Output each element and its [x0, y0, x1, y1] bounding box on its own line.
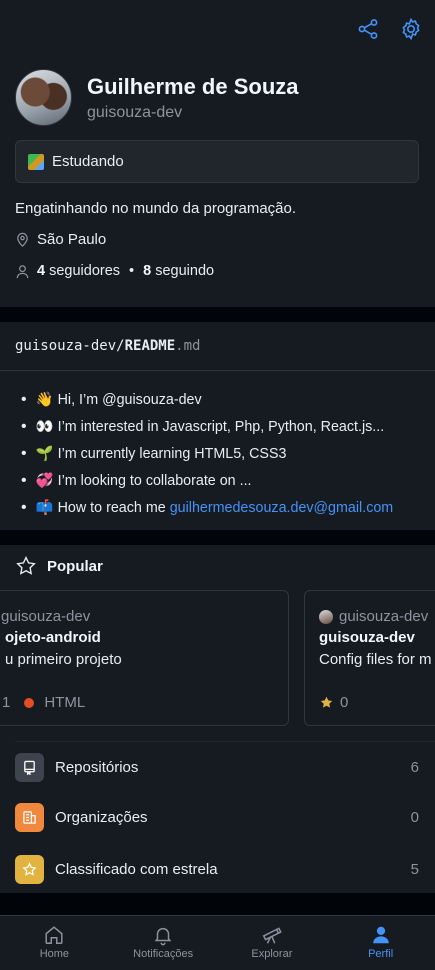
- following-label: seguindo: [155, 263, 215, 279]
- tab-explore[interactable]: Explorar: [218, 916, 327, 970]
- repo-card[interactable]: guisouza-dev ojeto-android u primeiro pr…: [0, 590, 289, 726]
- repo-stars: 1: [2, 694, 11, 711]
- readme-owner: guisouza-dev: [15, 338, 117, 354]
- followers-row[interactable]: 4 seguidores • 8 seguindo: [15, 263, 214, 279]
- repo-name: guisouza-dev: [319, 629, 415, 646]
- list-item-text: Hi, I’m @guisouza-dev: [57, 391, 202, 408]
- gear-icon[interactable]: [399, 17, 423, 41]
- bottom-tab-bar: Home Notificações Explorar Perfil: [0, 915, 435, 970]
- repo-description: Config files for m: [319, 651, 432, 668]
- followers-label: seguidores: [49, 263, 121, 279]
- repo-card[interactable]: guisouza-dev guisouza-dev Config files f…: [304, 590, 435, 726]
- repo-stars: 0: [340, 694, 349, 711]
- list-item: 👋Hi, I’m @guisouza-dev: [15, 386, 393, 413]
- person-icon: [16, 264, 29, 278]
- separator-dot: •: [129, 263, 135, 279]
- app-screen: Guilherme de Souza guisouza-dev Estudand…: [0, 0, 435, 970]
- eyes-icon: 👀: [35, 418, 54, 435]
- organization-icon: [15, 802, 44, 832]
- profile-username: guisouza-dev: [87, 104, 183, 121]
- list-row-label: Repositórios: [55, 758, 139, 776]
- mailbox-icon: 📫: [35, 499, 54, 516]
- list-item-text: I’m looking to collaborate on ...: [57, 472, 252, 489]
- list-row-repositories[interactable]: Repositórios 6: [15, 752, 419, 782]
- repo-icon: [15, 752, 44, 782]
- status-button[interactable]: Estudando: [15, 140, 419, 183]
- repo-description: u primeiro projeto: [5, 651, 122, 668]
- list-row-count: 6: [410, 758, 419, 776]
- divider: [15, 741, 435, 742]
- list-row-count: 0: [410, 808, 419, 826]
- person-icon: [372, 926, 389, 944]
- popular-title: Popular: [47, 557, 103, 575]
- list-row-label: Classificado com estrela: [55, 860, 218, 878]
- hearts-icon: 💞️: [35, 472, 54, 489]
- share-icon[interactable]: [356, 17, 380, 41]
- tab-label: Perfil: [368, 948, 394, 960]
- location-text: São Paulo: [37, 231, 107, 248]
- profile-bio: Engatinhando no mundo da programação.: [15, 200, 297, 217]
- list-item: 🌱I’m currently learning HTML5, CSS3: [15, 440, 393, 467]
- avatar[interactable]: [15, 69, 72, 126]
- repo-owner: guisouza-dev: [1, 608, 90, 625]
- home-icon: [45, 926, 63, 944]
- seedling-icon: 🌱: [35, 445, 54, 462]
- popular-header: Popular: [15, 555, 103, 577]
- tab-label: Notificações: [133, 948, 194, 960]
- list-item: 👀I’m interested in Javascript, Php, Pyth…: [15, 413, 393, 440]
- readme-file: README: [124, 338, 176, 354]
- list-item: 📫How to reach meguilhermedesouza.dev@gma…: [15, 494, 394, 521]
- tab-profile[interactable]: Perfil: [326, 916, 435, 970]
- star-icon: [15, 854, 44, 884]
- location-row: São Paulo: [15, 231, 106, 248]
- repo-owner-text: guisouza-dev: [339, 608, 429, 625]
- repo-meta: 0: [319, 694, 348, 711]
- list-row-count: 5: [410, 860, 419, 878]
- tab-label: Home: [39, 948, 70, 960]
- list-row-organizations[interactable]: Organizações 0: [15, 802, 419, 832]
- readme-title[interactable]: guisouza-dev/README.md: [15, 338, 200, 354]
- list-item-text: I’m currently learning HTML5, CSS3: [57, 445, 287, 462]
- list-row-label: Organizações: [55, 808, 148, 826]
- email-link[interactable]: guilhermedesouza.dev@gmail.com: [170, 500, 394, 516]
- bell-icon: [154, 927, 172, 946]
- owner-avatar: [319, 609, 333, 624]
- tab-home[interactable]: Home: [0, 916, 109, 970]
- following-count: 8: [143, 263, 152, 279]
- list-item-text: How to reach me: [57, 499, 166, 516]
- readme-ext: .md: [175, 338, 201, 354]
- list-item-text: I’m interested in Javascript, Php, Pytho…: [57, 418, 385, 435]
- followers-count: 4: [37, 263, 46, 279]
- language-color-dot: [24, 697, 35, 708]
- books-icon: [28, 153, 44, 170]
- profile-name: Guilherme de Souza: [87, 74, 299, 99]
- tab-label: Explorar: [251, 948, 293, 960]
- star-outline-icon: [16, 555, 36, 575]
- divider: [0, 370, 435, 371]
- star-icon: [320, 696, 333, 708]
- list-row-starred[interactable]: Classificado com estrela 5: [15, 854, 419, 884]
- repo-language: HTML: [44, 694, 86, 711]
- repo-name: ojeto-android: [5, 629, 101, 646]
- telescope-icon: [262, 927, 282, 944]
- readme-list: 👋Hi, I’m @guisouza-dev 👀I’m interested i…: [15, 386, 394, 521]
- list-item: 💞️I’m looking to collaborate on ...: [15, 467, 393, 494]
- location-pin-icon: [17, 232, 28, 247]
- repo-meta: 1 HTML: [2, 694, 85, 711]
- tab-notifications[interactable]: Notificações: [109, 916, 218, 970]
- status-text: Estudando: [52, 153, 124, 170]
- repo-owner-text: guisouza-dev: [1, 608, 91, 625]
- repo-owner: guisouza-dev: [319, 608, 428, 625]
- waving-hand-icon: 👋: [35, 391, 54, 408]
